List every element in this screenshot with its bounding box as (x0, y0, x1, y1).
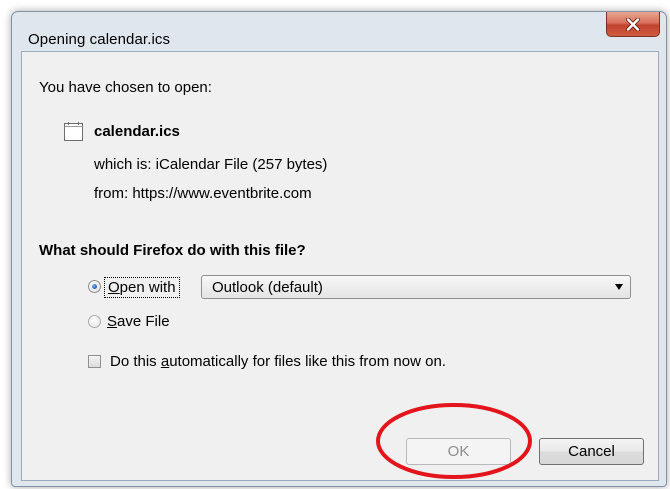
ok-button[interactable]: OK (406, 438, 511, 465)
application-select-value: Outlook (default) (212, 279, 323, 296)
screenshot-canvas: Opening calendar.ics You have chosen to … (0, 0, 670, 489)
application-select[interactable]: Outlook (default) (201, 275, 631, 299)
auto-action-checkbox[interactable] (88, 355, 101, 368)
intro-text: You have chosen to open: (39, 79, 212, 96)
file-source: from: https://www.eventbrite.com (94, 185, 312, 202)
window-title: Opening calendar.ics (28, 31, 171, 48)
dialog-body: You have chosen to open: calendar.ics wh… (21, 51, 659, 481)
auto-action-accesskey: a (160, 353, 170, 370)
action-question: What should Firefox do with this file? (39, 242, 306, 259)
open-with-label-rest: pen with (119, 279, 176, 296)
file-name: calendar.ics (94, 123, 180, 140)
auto-action-label[interactable]: Do this automatically for files like thi… (110, 352, 446, 371)
title-bar[interactable]: Opening calendar.ics (12, 12, 666, 52)
save-file-radio[interactable] (88, 315, 101, 328)
open-with-radio[interactable] (88, 280, 101, 293)
auto-action-prefix: Do this (110, 353, 161, 370)
dialog-window: Opening calendar.ics You have chosen to … (11, 11, 667, 487)
cancel-button[interactable]: Cancel (539, 438, 644, 465)
close-x-icon (626, 17, 640, 31)
open-with-label[interactable]: Open with (104, 277, 180, 298)
save-file-label-rest: ave File (117, 313, 170, 330)
file-type: which is: iCalendar File (257 bytes) (94, 156, 328, 173)
auto-action-rest: utomatically for files like this from no… (169, 353, 446, 370)
save-file-label[interactable]: Save File (107, 312, 170, 331)
close-button[interactable] (606, 12, 660, 37)
calendar-file-icon (64, 122, 83, 141)
open-with-accesskey: O (108, 279, 120, 296)
dropdown-arrow-icon (615, 284, 623, 290)
save-file-accesskey: S (107, 313, 118, 330)
